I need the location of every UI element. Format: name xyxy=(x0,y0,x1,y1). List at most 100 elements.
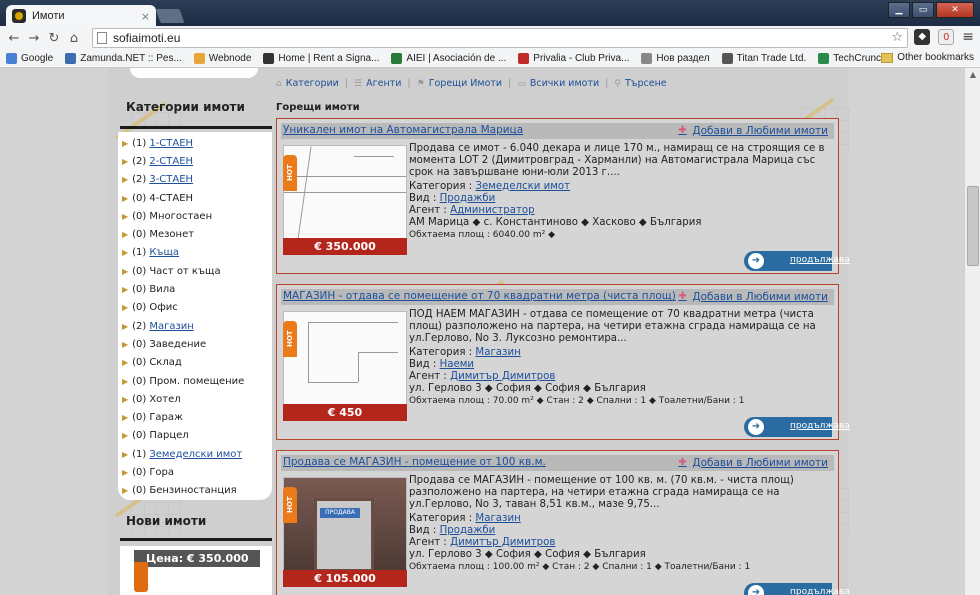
more-label: продължава xyxy=(790,587,850,595)
menu-icon[interactable]: ≡ xyxy=(962,29,974,45)
category-label[interactable]: 1-СТАЕН xyxy=(149,138,193,149)
bookmark-item[interactable]: Privalia - Club Priva... xyxy=(518,53,629,64)
category-item[interactable]: ▶ (1) 1-СТАЕН xyxy=(122,134,272,152)
more-button[interactable]: ➜ продължава xyxy=(744,251,850,271)
address-bar[interactable]: sofiaimoti.eu ☆ xyxy=(92,28,908,48)
shop-sign: ПРОДАВА xyxy=(320,508,360,518)
category-label[interactable]: Къща xyxy=(149,247,179,258)
other-bookmarks[interactable]: Other bookmarks xyxy=(881,52,974,63)
nav-link[interactable]: Агенти xyxy=(366,78,401,89)
agent-link[interactable]: Администратор xyxy=(450,205,534,216)
type-link[interactable]: Наеми xyxy=(440,359,474,370)
property-image[interactable] xyxy=(283,145,407,239)
scroll-up-icon[interactable]: ▲ xyxy=(965,68,980,82)
bookmark-label: Home | Rent a Signa... xyxy=(278,53,380,64)
browser-tab[interactable]: Имоти × xyxy=(6,5,156,27)
type-label: Вид : xyxy=(409,524,437,536)
category-item[interactable]: ▶ (1) Земеделски имот xyxy=(122,445,272,463)
bookmark-item[interactable]: Google xyxy=(6,53,53,64)
category-count: (0) xyxy=(132,210,147,222)
listing-title-link[interactable]: Продава се МАГАЗИН - помещение от 100 кв… xyxy=(283,456,546,468)
add-favorite-label: Добави в Любими имоти xyxy=(692,291,828,303)
category-label[interactable]: Магазин xyxy=(149,321,194,332)
category-label: 4-СТАЕН xyxy=(149,192,194,204)
new-property-card[interactable]: Цена: € 350.000 xyxy=(120,546,272,595)
bookmark-item[interactable]: AIEI | Asociación de ... xyxy=(391,53,506,64)
category-count: (1) xyxy=(132,137,147,149)
listing-description: Продава се МАГАЗИН - помещение от 100 кв… xyxy=(409,475,794,511)
nav-link[interactable]: Горещи Имоти xyxy=(429,78,502,89)
new-tab-button[interactable] xyxy=(155,9,185,23)
listing-title-link[interactable]: МАГАЗИН - отдава се помещение от 70 квад… xyxy=(283,290,676,302)
category-label: Офис xyxy=(149,302,178,314)
add-favorite-link[interactable]: ✚ Добави в Любими имоти xyxy=(678,125,828,137)
listing-title-link[interactable]: Уникален имот на Автомагистрала Марица xyxy=(283,124,523,136)
more-label: продължава xyxy=(790,255,850,265)
bookmark-item[interactable]: Titan Trade Ltd. xyxy=(721,53,806,64)
close-window-button[interactable]: ✕ xyxy=(936,2,974,18)
property-image[interactable]: ПРОДАВА xyxy=(283,477,407,571)
tab-close-icon[interactable]: × xyxy=(141,10,150,23)
arrow-right-icon: ➜ xyxy=(748,585,764,595)
new-properties-title: Нови имоти xyxy=(126,514,207,528)
category-count: (2) xyxy=(132,320,147,332)
agent-link[interactable]: Димитър Димитров xyxy=(450,371,555,382)
maximize-button[interactable]: ▭ xyxy=(912,2,934,18)
category-item[interactable]: ▶ (1) Къща xyxy=(122,244,272,262)
bookmark-favicon-icon xyxy=(721,53,733,64)
category-link[interactable]: Магазин xyxy=(475,513,520,524)
category-label[interactable]: 2-СТАЕН xyxy=(149,156,193,167)
scroll-thumb[interactable] xyxy=(967,186,979,266)
bullet-arrow-icon: ▶ xyxy=(122,266,129,276)
bookmark-item[interactable]: Webnode xyxy=(193,53,251,64)
back-icon[interactable]: ← xyxy=(6,31,22,46)
category-item: ▶ (0) Вила xyxy=(122,280,272,298)
home-icon[interactable]: ⌂ xyxy=(66,31,82,46)
bookmark-item[interactable]: Нов раздел xyxy=(641,53,710,64)
category-label: Склад xyxy=(149,357,182,369)
add-favorite-link[interactable]: ✚ Добави в Любими имоти xyxy=(678,291,828,303)
minimize-button[interactable]: ▁ xyxy=(888,2,910,18)
bookmark-favicon-icon xyxy=(641,53,653,64)
category-link[interactable]: Земеделски имот xyxy=(475,181,570,192)
category-item[interactable]: ▶ (2) 3-СТАЕН xyxy=(122,171,272,189)
category-item: ▶ (0) Склад xyxy=(122,354,272,372)
category-label: Бензиностанция xyxy=(149,485,237,497)
category-label[interactable]: Земеделски имот xyxy=(149,449,242,460)
more-button[interactable]: ➜ продължава xyxy=(744,583,850,595)
category-label[interactable]: 3-СТАЕН xyxy=(149,174,193,185)
hot-badge: HOT xyxy=(283,321,297,357)
bookmark-item[interactable]: TechCrunch xyxy=(818,53,887,64)
category-link[interactable]: Магазин xyxy=(475,347,520,358)
bullet-arrow-icon: ▶ xyxy=(122,248,129,258)
extension-icon[interactable]: ◆ xyxy=(914,29,931,45)
bookmark-star-icon[interactable]: ☆ xyxy=(891,30,903,45)
nav-link[interactable]: Категории xyxy=(286,78,339,89)
listing-details: ПОД НАЕМ МАГАЗИН - отдава се помещение о… xyxy=(409,309,829,408)
bookmark-item[interactable]: Home | Rent a Signa... xyxy=(263,53,379,64)
area-details: Обхтаема площ : 6040.00 m² ◆ xyxy=(409,230,556,241)
type-link[interactable]: Продажби xyxy=(440,193,496,204)
notification-icon[interactable]: 0 xyxy=(938,29,955,45)
nav-link[interactable]: Търсене xyxy=(625,78,667,89)
agent-row: Агент : Администратор xyxy=(409,205,829,217)
type-row: Вид : Наеми xyxy=(409,359,829,371)
nav-separator: | xyxy=(407,78,411,89)
category-item[interactable]: ▶ (2) 2-СТАЕН xyxy=(122,152,272,170)
agent-row: Агент : Димитър Димитров xyxy=(409,537,829,549)
reload-icon[interactable]: ↻ xyxy=(46,31,62,46)
property-image[interactable] xyxy=(283,311,407,405)
type-link[interactable]: Продажби xyxy=(440,525,496,536)
add-favorite-link[interactable]: ✚ Добави в Любими имоти xyxy=(678,457,828,469)
nav-link[interactable]: Всички имоти xyxy=(530,78,599,89)
listing-details: Продава се МАГАЗИН - помещение от 100 кв… xyxy=(409,475,829,574)
bookmark-item[interactable]: Zamunda.NET :: Pes... xyxy=(65,53,182,64)
category-item[interactable]: ▶ (2) Магазин xyxy=(122,317,272,335)
window-controls: ▁ ▭ ✕ xyxy=(888,2,974,18)
page-scrollbar[interactable]: ▲ xyxy=(964,68,980,595)
forward-icon[interactable]: → xyxy=(26,31,42,46)
bookmark-label: Privalia - Club Priva... xyxy=(533,53,630,64)
agent-link[interactable]: Димитър Димитров xyxy=(450,537,555,548)
bullet-arrow-icon: ▶ xyxy=(122,285,129,295)
more-button[interactable]: ➜ продължава xyxy=(744,417,850,437)
